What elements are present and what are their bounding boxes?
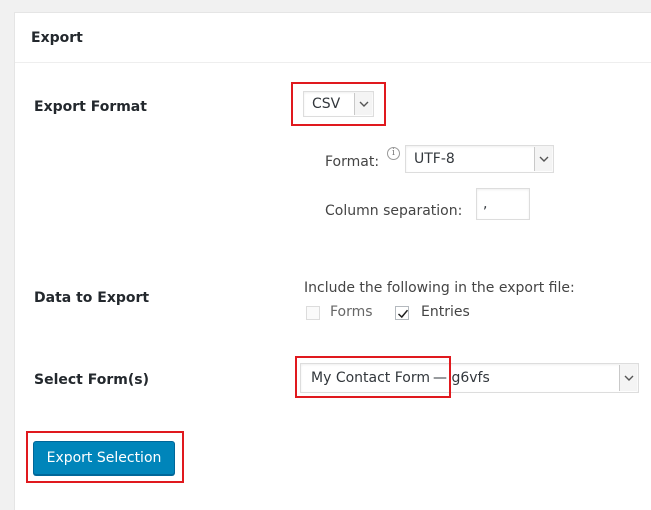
- format-encoding-value: UTF-8: [414, 151, 455, 167]
- forms-checkbox-label: Forms: [330, 304, 373, 320]
- info-icon[interactable]: i: [387, 147, 400, 160]
- chevron-down-icon: [354, 93, 372, 115]
- export-selection-button[interactable]: Export Selection: [33, 441, 175, 475]
- selected-form-suffix: — g6vfs: [433, 370, 490, 386]
- format-encoding-select[interactable]: UTF-8: [405, 145, 554, 173]
- chevron-down-icon: [619, 365, 637, 391]
- column-separation-label: Column separation:: [325, 203, 463, 219]
- export-format-label: Export Format: [34, 99, 147, 115]
- entries-checkbox[interactable]: [395, 306, 409, 320]
- panel-title: Export: [15, 13, 651, 63]
- format-label: Format:: [325, 154, 380, 170]
- export-format-select[interactable]: CSV: [303, 91, 374, 117]
- chevron-down-icon: [534, 147, 552, 171]
- export-format-value: CSV: [312, 96, 341, 112]
- select-forms-label: Select Form(s): [34, 372, 149, 388]
- include-label: Include the following in the export file…: [304, 280, 575, 296]
- data-to-export-label: Data to Export: [34, 290, 150, 306]
- forms-checkbox[interactable]: [306, 306, 320, 320]
- column-separation-input[interactable]: [476, 188, 530, 220]
- selected-form-name: My Contact Form: [311, 370, 430, 386]
- checkmark-icon: [397, 309, 409, 319]
- export-panel: Export: [14, 12, 651, 510]
- select-forms-select[interactable]: My Contact Form — g6vfs: [300, 363, 639, 393]
- entries-checkbox-label: Entries: [421, 304, 470, 320]
